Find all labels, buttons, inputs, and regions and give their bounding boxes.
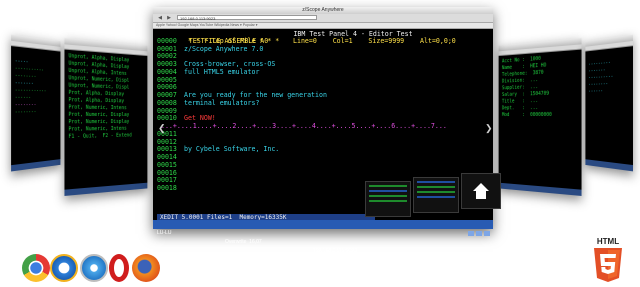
html5-badge: HTML: [587, 237, 629, 283]
insert-mode-indicator: Overwrite 16,07: [225, 238, 262, 247]
side-screen-far-right: ......... ....... .......... ........ ..…: [585, 35, 633, 172]
editor-line: 00015: [157, 162, 489, 170]
editor-line: 00008 terminal emulators?: [157, 100, 489, 108]
next-arrow-icon[interactable]: ❯: [485, 123, 493, 134]
help-icon[interactable]: [484, 231, 490, 236]
editor-line: 00013 by Cybele Software, Inc.: [157, 146, 489, 154]
line-text: full HTML5 emulator: [184, 68, 259, 76]
session-type: LU-LU: [157, 229, 171, 238]
home-button[interactable]: [461, 173, 501, 209]
opera-icon: [109, 254, 129, 282]
settings-icon[interactable]: [476, 231, 482, 236]
editor-line: 00005: [157, 77, 489, 85]
address-bar[interactable]: 192.168.0.113:9023: [177, 15, 317, 20]
previous-arrow-icon[interactable]: ❮: [158, 123, 166, 134]
html5-shield-icon: [587, 237, 629, 283]
session-thumbnail[interactable]: [365, 181, 411, 217]
home-icon: [462, 174, 500, 208]
status-bar: LU-LU Overwrite 16,07 192.168.0.115:9023: [153, 220, 493, 229]
line-text: terminal emulators?: [184, 99, 259, 107]
forward-arrow-icon[interactable]: ▶: [165, 15, 173, 21]
side-terminal-line: Mod : 00000000: [502, 112, 578, 119]
editor-line: 00004 full HTML5 emulator: [157, 69, 489, 77]
browser-toolbar: ◀ ▶ 192.168.0.113:9023: [153, 14, 493, 23]
side-screen-far-left: ..... ........... ........ ....... .....…: [11, 34, 60, 171]
showcase-stage: ..... ........... ........ ....... .....…: [0, 0, 640, 287]
window-title: z/Scope Anywhere: [153, 7, 493, 14]
side-screen-right: Acct No : 1000 Name : HEI HO Telephone: 38…: [499, 38, 582, 196]
line-number: 00018: [157, 185, 184, 193]
ie-icon: [50, 254, 78, 282]
window-titlebar: z/Scope Anywhere: [153, 7, 493, 14]
editor-line: 00011: [157, 131, 489, 139]
line-text: by Cybele Software, Inc.: [184, 145, 279, 153]
keyboard-icon[interactable]: [468, 231, 474, 236]
editor-lines: 00000 * * * Top of File * * * 00001 z/Scop…: [157, 38, 489, 193]
editor-line: 00001 z/Scope Anywhere 7.0: [157, 46, 489, 54]
editor-line: ...+....1....+....2....+....3....+....4.…: [157, 123, 489, 131]
session-thumbnail[interactable]: [413, 177, 459, 213]
safari-icon: [80, 254, 108, 282]
firefox-icon: [132, 254, 160, 282]
editor-line: 00014: [157, 154, 489, 162]
host-address: 192.168.0.115:9023: [313, 247, 357, 256]
side-terminal-text: Unprot, Alpha, Display Unprot, Alpha, Dis…: [64, 50, 147, 145]
back-arrow-icon[interactable]: ◀: [156, 15, 164, 21]
line-text: z/Scope Anywhere 7.0: [184, 45, 263, 53]
side-terminal-line: F1 - Quit, F2 - Extend: [68, 132, 144, 141]
side-terminal-text: Acct No : 1000 Name : HEI HO Telephone: 38…: [499, 50, 582, 123]
chrome-icon: [22, 254, 50, 282]
side-terminal-text: ..... ........... ........ ....... .....…: [11, 46, 60, 126]
column-ruler: ...+....1....+....2....+....3....+....4.…: [157, 122, 447, 130]
side-screen-left: Unprot, Alpha, Display Unprot, Alpha, Dis…: [64, 38, 147, 196]
